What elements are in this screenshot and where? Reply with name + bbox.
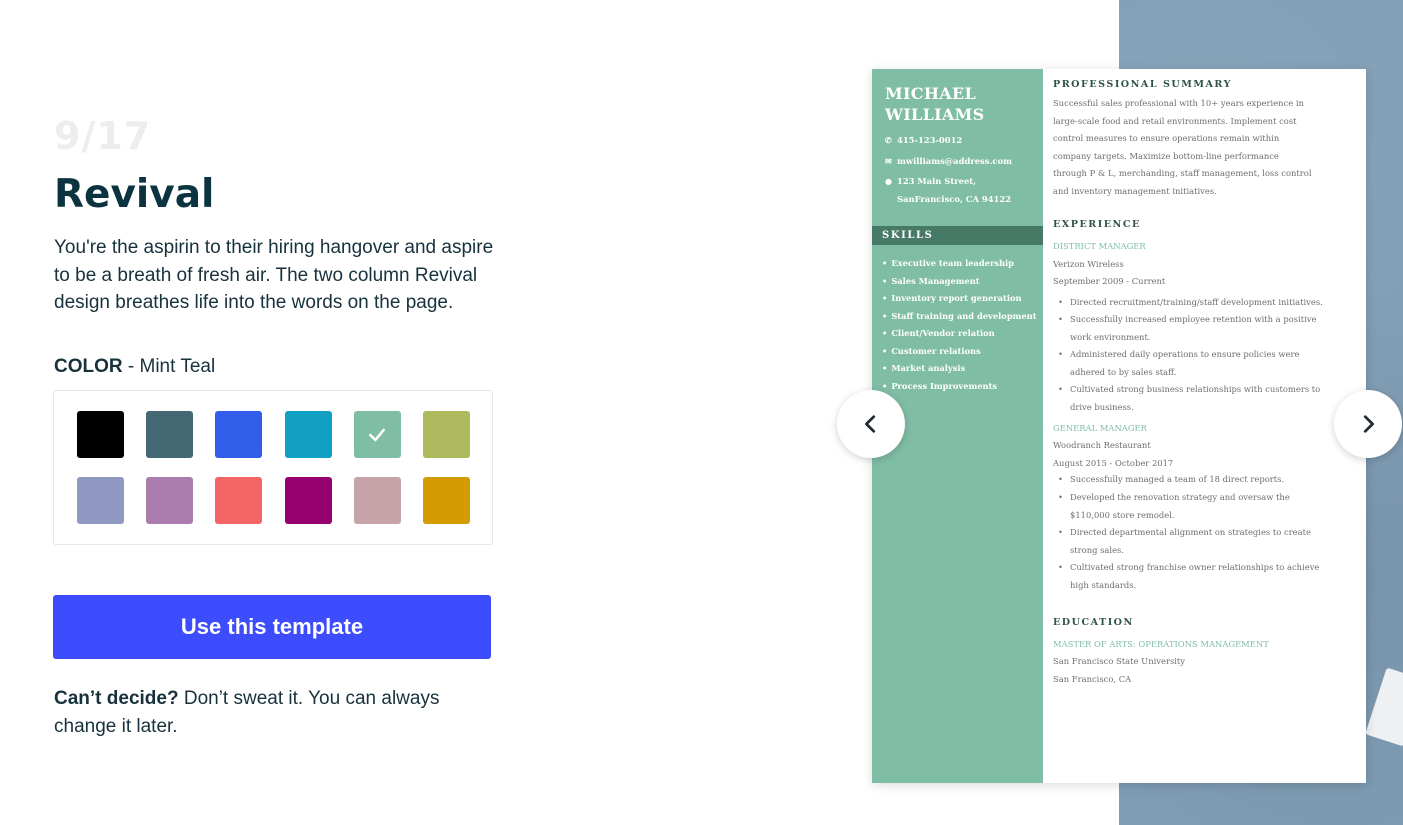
bullet-line: Developed the renovation strategy and ov… xyxy=(1070,492,1290,502)
skill-item: Process Improvements xyxy=(882,378,1040,396)
job-bullet: Directed departmental alignment on strat… xyxy=(1058,524,1340,559)
job-bullet: Successfully increased employee retentio… xyxy=(1058,311,1340,346)
resume-phone-text: 415-123-0012 xyxy=(897,135,963,145)
chevron-right-icon xyxy=(1363,415,1374,433)
color-swatch[interactable] xyxy=(423,477,470,524)
color-swatch[interactable] xyxy=(146,477,194,524)
skill-item: Market analysis xyxy=(882,360,1040,378)
job-company: Woodranch Restaurant xyxy=(1053,440,1151,450)
resume-address-text: 123 Main Street, SanFrancisco, CA 94122 xyxy=(897,172,1011,208)
job-bullet: Administered daily operations to ensure … xyxy=(1058,346,1340,381)
template-counter: 9/17 xyxy=(54,114,152,158)
color-swatch[interactable] xyxy=(77,411,124,458)
use-template-button[interactable]: Use this template xyxy=(53,595,491,659)
color-label-title: COLOR xyxy=(54,356,123,377)
summary-line: Successful sales professional with 10+ y… xyxy=(1053,98,1304,108)
email-icon: ✉ xyxy=(885,156,892,166)
color-swatch-picker xyxy=(53,390,493,545)
address-line-2: SanFrancisco, CA 94122 xyxy=(897,194,1012,204)
resume-name-first: MICHAEL xyxy=(885,84,977,103)
resume-email-text: mwilliams@address.com xyxy=(897,156,1012,166)
skills-list: Executive team leadership Sales Manageme… xyxy=(882,255,1040,395)
education-heading: EDUCATION xyxy=(1053,617,1134,628)
summary-line: and inventory management initiatives. xyxy=(1053,185,1217,196)
resume-name: MICHAEL WILLIAMS xyxy=(885,83,1035,125)
resume-phone: ✆ 415-123-0012 xyxy=(885,131,1040,149)
job-bullet: Directed recruitment/training/staff deve… xyxy=(1058,294,1340,312)
bullet-line: Directed departmental alignment on strat… xyxy=(1070,527,1311,537)
degree: MASTER OF ARTS: OPERATIONS MANAGEMENT xyxy=(1053,639,1269,649)
job-dates: August 2015 - October 2017 xyxy=(1053,458,1174,468)
color-swatch[interactable] xyxy=(77,477,124,524)
bullet-line: strong sales. xyxy=(1070,544,1125,555)
skill-item: Executive team leadership xyxy=(882,255,1040,273)
template-title: Revival xyxy=(54,172,215,217)
job-dates: September 2009 - Current xyxy=(1053,276,1166,286)
job-bullet: Successfully managed a team of 18 direct… xyxy=(1058,471,1340,489)
color-swatch[interactable] xyxy=(284,477,332,524)
template-description: You're the aspirin to their hiring hango… xyxy=(54,237,494,313)
color-swatch[interactable] xyxy=(284,411,332,458)
phone-icon: ✆ xyxy=(885,135,892,145)
experience-heading: EXPERIENCE xyxy=(1053,219,1141,230)
resume-email: ✉ mwilliams@address.com xyxy=(885,152,1040,170)
color-swatch[interactable] xyxy=(353,411,401,458)
job-title: DISTRICT MANAGER xyxy=(1053,241,1146,251)
skill-item: Customer relations xyxy=(882,343,1040,361)
job-bullet: Cultivated strong business relationships… xyxy=(1058,381,1340,416)
resume-name-last: WILLIAMS xyxy=(885,105,985,124)
next-template-button[interactable] xyxy=(1334,390,1402,458)
bullet-line: work environment. xyxy=(1070,331,1151,342)
address-line-1: 123 Main Street, xyxy=(897,176,977,186)
change-later-note: Can’t decide? Don’t sweat it. You can al… xyxy=(54,685,474,740)
note-bold: Can’t decide? xyxy=(54,688,179,709)
resume-address: ● 123 Main Street, SanFrancisco, CA 94122 xyxy=(885,172,1040,208)
bullet-line: Cultivated strong franchise owner relati… xyxy=(1070,562,1320,572)
summary-line: large-scale food and retail environments… xyxy=(1053,115,1297,126)
skill-item: Client/Vendor relation xyxy=(882,325,1040,343)
color-label-separator: - xyxy=(122,356,140,377)
summary-text: Successful sales professional with 10+ y… xyxy=(1053,95,1333,200)
bullet-line: adhered to by sales staff. xyxy=(1070,366,1177,377)
color-swatch[interactable] xyxy=(215,477,263,524)
bullet-line: $110,000 store remodel. xyxy=(1070,509,1175,520)
color-swatch[interactable] xyxy=(215,411,263,458)
job-bullet: Developed the renovation strategy and ov… xyxy=(1058,489,1340,524)
bullet-line: high standards. xyxy=(1070,579,1137,590)
bullet-line: Successfully increased employee retentio… xyxy=(1070,314,1317,324)
job-bullet: Cultivated strong franchise owner relati… xyxy=(1058,559,1340,594)
summary-line: through P & L, merchanding, staff manage… xyxy=(1053,168,1312,178)
selected-color-name: Mint Teal xyxy=(139,356,216,377)
person-icon: ● xyxy=(885,176,892,186)
bullet-line: Successfully managed a team of 18 direct… xyxy=(1070,474,1285,484)
summary-line: company targets. Maximize bottom-line pe… xyxy=(1053,150,1279,161)
check-icon xyxy=(369,428,386,441)
school: San Francisco State University xyxy=(1053,656,1186,666)
color-label: COLOR - Mint Teal xyxy=(54,356,215,378)
bullet-line: Cultivated strong business relationships… xyxy=(1070,384,1321,394)
skills-heading: SKILLS xyxy=(872,226,1043,245)
job-company: Verizon Wireless xyxy=(1053,259,1124,269)
bullet-line: Administered daily operations to ensure … xyxy=(1070,349,1300,359)
color-swatch[interactable] xyxy=(423,411,470,458)
bullet-line: Directed recruitment/training/staff deve… xyxy=(1070,297,1323,307)
color-swatch[interactable] xyxy=(353,477,401,524)
skill-item: Sales Management xyxy=(882,273,1040,291)
summary-line: control measures to ensure operations re… xyxy=(1053,133,1280,143)
bullet-line: drive business. xyxy=(1070,401,1134,412)
summary-heading: PROFESSIONAL SUMMARY xyxy=(1053,79,1232,90)
resume-preview: MICHAEL WILLIAMS ✆ 415-123-0012 ✉ mwilliam… xyxy=(872,69,1366,783)
school-location: San Francisco, CA xyxy=(1053,674,1132,684)
color-swatch[interactable] xyxy=(146,411,194,458)
job-title: GENERAL MANAGER xyxy=(1053,423,1147,433)
skill-item: Staff training and development xyxy=(882,308,1040,326)
previous-template-button[interactable] xyxy=(837,390,905,458)
skill-item: Inventory report generation xyxy=(882,290,1040,308)
chevron-left-icon xyxy=(865,415,876,433)
